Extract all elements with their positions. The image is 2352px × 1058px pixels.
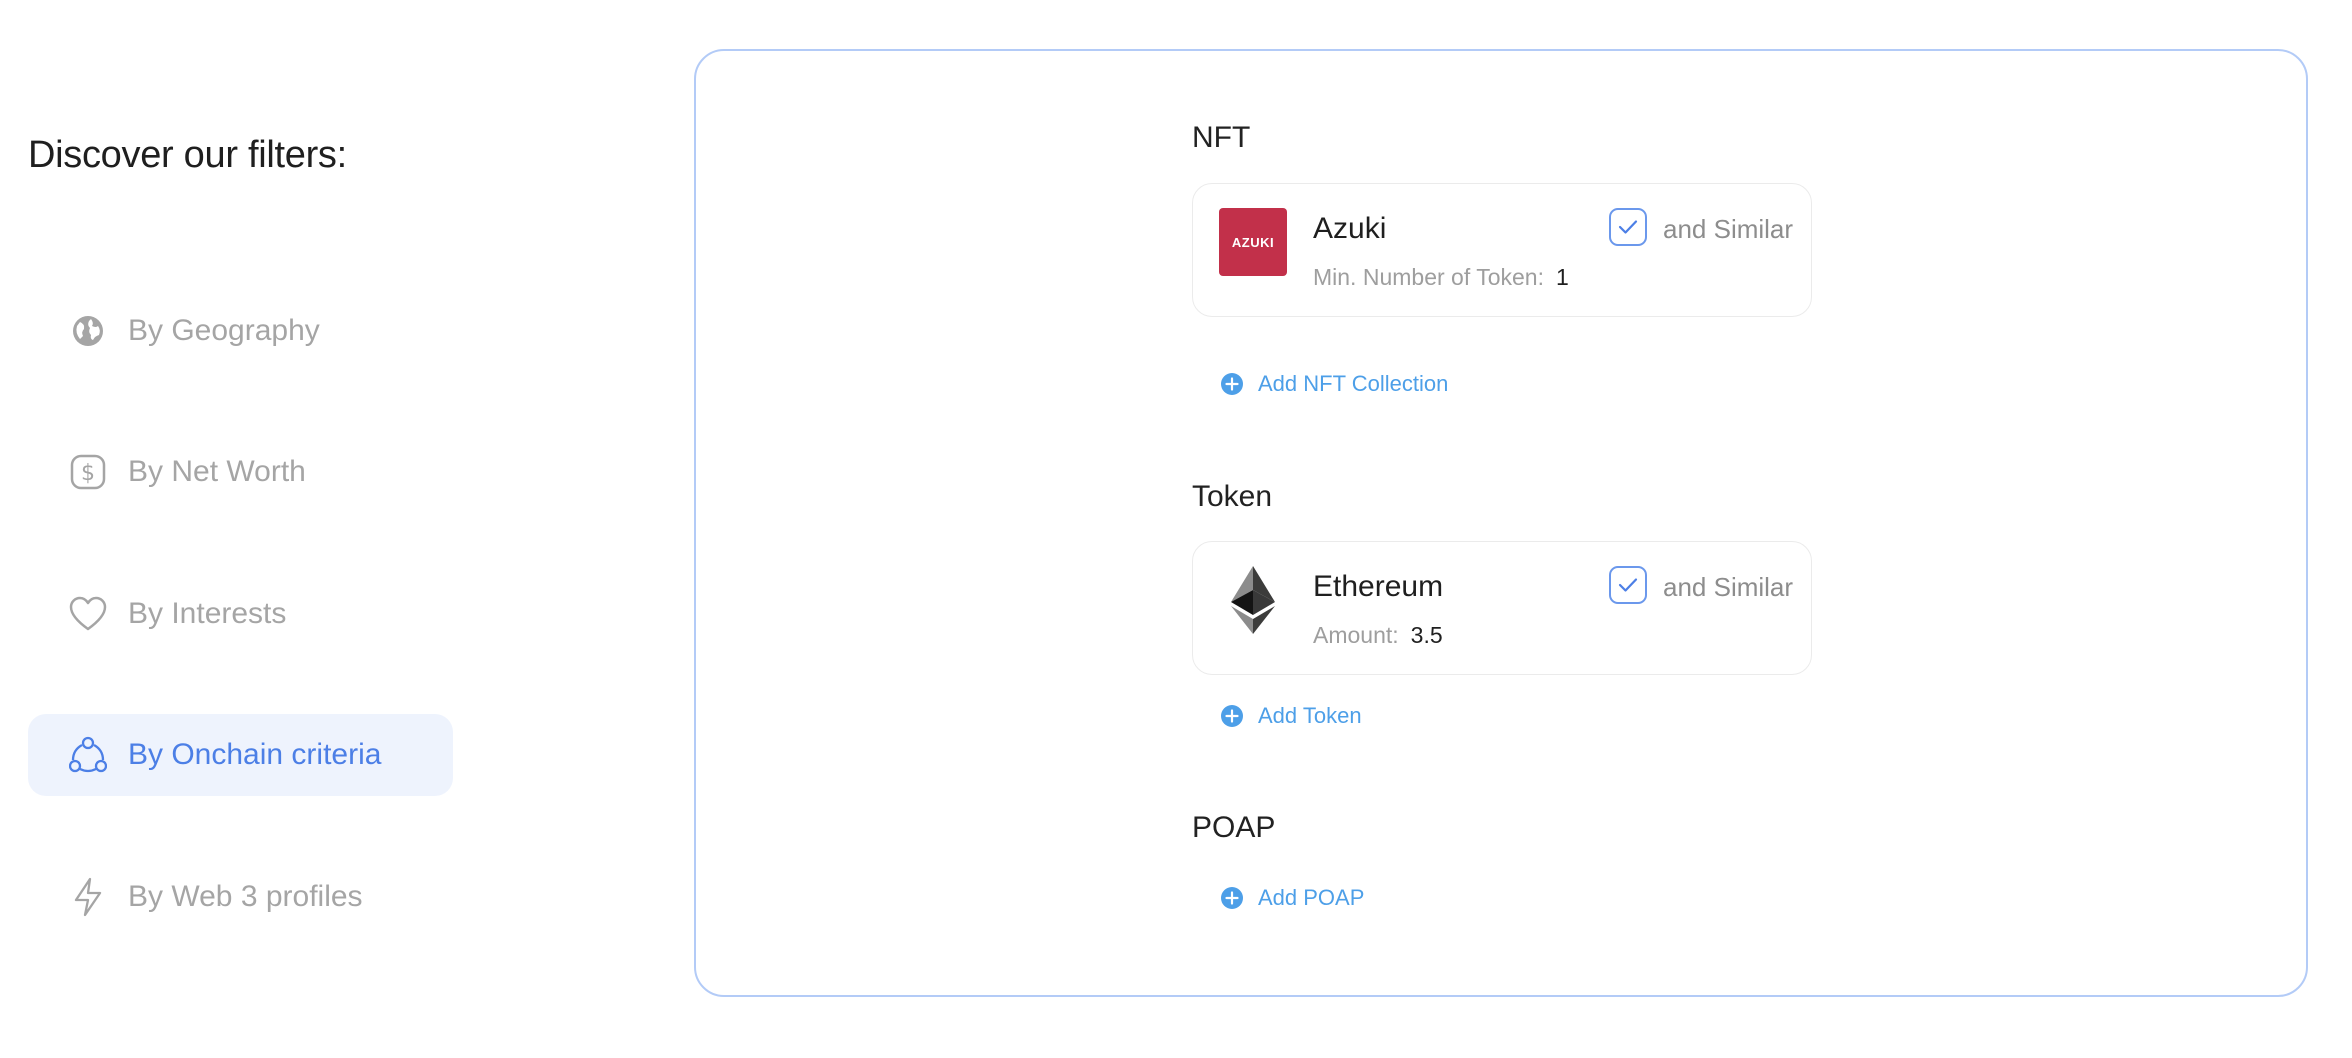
page-heading: Discover our filters: xyxy=(28,134,347,176)
nft-meta-label: Min. Number of Token: xyxy=(1313,264,1544,290)
network-icon xyxy=(68,735,108,775)
sidebar-item-geography[interactable]: By Geography xyxy=(28,290,453,372)
plus-circle-icon xyxy=(1221,705,1243,727)
heart-icon xyxy=(68,594,108,634)
section-title-nft: NFT xyxy=(1192,121,1251,154)
token-meta-value[interactable]: 3.5 xyxy=(1411,622,1443,648)
token-similar-checkbox[interactable] xyxy=(1609,566,1647,604)
token-card: Ethereum Amount: 3.5 and Similar xyxy=(1192,541,1812,675)
ethereum-logo xyxy=(1219,566,1287,634)
sidebar-item-label: By Net Worth xyxy=(128,455,306,488)
plus-circle-icon xyxy=(1221,373,1243,395)
azuki-logo-text: AZUKI xyxy=(1231,234,1275,250)
sidebar-item-label: By Onchain criteria xyxy=(128,738,382,771)
add-token-button[interactable]: Add Token xyxy=(1220,703,1362,729)
token-name: Ethereum xyxy=(1313,570,1444,603)
sidebar-item-web3-profiles[interactable]: By Web 3 profiles xyxy=(28,856,453,938)
sidebar-item-net-worth[interactable]: $ By Net Worth xyxy=(28,431,453,513)
svg-text:$: $ xyxy=(81,461,95,486)
nft-meta: Min. Number of Token: 1 xyxy=(1313,264,1569,291)
section-title-poap: POAP xyxy=(1192,811,1276,844)
globe-icon xyxy=(68,311,108,351)
azuki-logo: AZUKI xyxy=(1219,208,1287,276)
nft-similar-checkbox[interactable] xyxy=(1609,208,1647,246)
dollar-icon: $ xyxy=(68,452,108,492)
sidebar-item-label: By Web 3 profiles xyxy=(128,880,363,913)
check-icon xyxy=(1618,578,1638,592)
add-token-label: Add Token xyxy=(1258,703,1362,728)
plus-circle-icon xyxy=(1221,887,1243,909)
lightning-icon xyxy=(68,877,108,917)
nft-name: Azuki xyxy=(1313,212,1387,245)
add-nft-collection-label: Add NFT Collection xyxy=(1258,371,1449,396)
token-meta: Amount: 3.5 xyxy=(1313,622,1443,649)
add-nft-collection-button[interactable]: Add NFT Collection xyxy=(1220,371,1448,397)
add-poap-label: Add POAP xyxy=(1258,885,1365,910)
nft-meta-value[interactable]: 1 xyxy=(1556,264,1569,290)
add-poap-button[interactable]: Add POAP xyxy=(1220,885,1364,911)
sidebar-item-label: By Geography xyxy=(128,314,320,347)
check-icon xyxy=(1618,220,1638,234)
sidebar-item-label: By Interests xyxy=(128,597,287,630)
sidebar-item-onchain-criteria[interactable]: By Onchain criteria xyxy=(28,714,453,796)
token-meta-label: Amount: xyxy=(1313,622,1399,648)
nft-similar-label: and Similar xyxy=(1663,214,1794,244)
sidebar-item-interests[interactable]: By Interests xyxy=(28,573,453,655)
token-similar-label: and Similar xyxy=(1663,572,1794,602)
nft-card: AZUKI Azuki Min. Number of Token: 1 and S… xyxy=(1192,183,1812,317)
section-title-token: Token xyxy=(1192,480,1273,513)
